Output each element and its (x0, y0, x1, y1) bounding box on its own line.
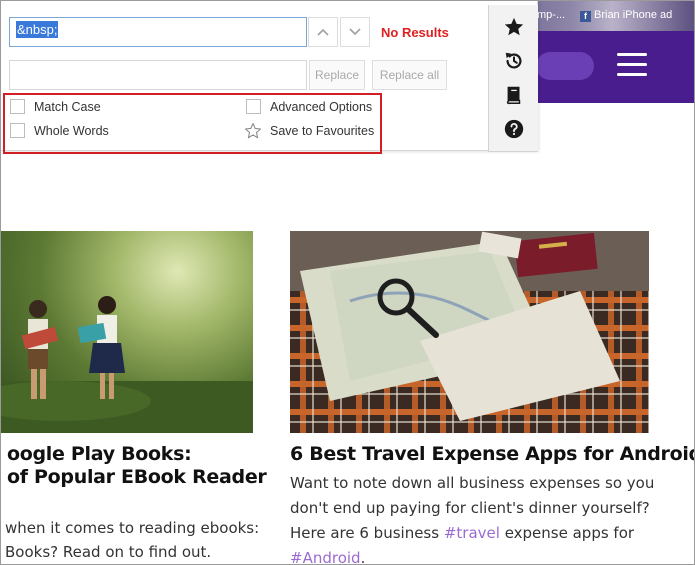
previous-match-button[interactable] (308, 17, 338, 47)
match-case-label: Match Case (34, 99, 101, 114)
excerpt-text: . (360, 549, 366, 565)
article-excerpt-right-line1: Want to note down all business expenses … (290, 474, 655, 492)
help-button[interactable] (502, 117, 526, 141)
find-input-value: &nbsp; (16, 21, 59, 38)
article-title-right[interactable]: 6 Best Travel Expense Apps for Android (290, 443, 694, 465)
children-reading-image (1, 296, 253, 433)
replace-input[interactable] (9, 60, 307, 90)
match-case-checkbox[interactable] (10, 99, 25, 114)
search-status: No Results (381, 25, 449, 40)
chevron-up-icon (317, 28, 329, 36)
bookmark-label: Brian iPhone ad (594, 9, 673, 21)
whole-words-checkbox[interactable] (10, 123, 25, 138)
next-match-button[interactable] (340, 17, 370, 47)
find-replace-panel: &nbsp; No Results Replace Replace all Ma… (1, 1, 538, 154)
favourites-button[interactable] (502, 15, 526, 39)
bookmark-item-facebook[interactable]: f Brian iPhone ad (580, 9, 672, 22)
travel-map-image (290, 231, 649, 433)
hashtag-android-link[interactable]: #Android (290, 549, 361, 564)
facebook-icon: f (580, 11, 591, 22)
article-excerpt-left-line1: when it comes to reading ebooks: (5, 519, 260, 537)
star-icon (504, 17, 524, 36)
history-icon (505, 52, 522, 69)
advanced-options-option[interactable]: Advanced Options (246, 99, 372, 114)
article-title-left-line1[interactable]: oogle Play Books: (7, 443, 192, 465)
history-button[interactable] (502, 49, 526, 73)
chevron-down-icon (349, 28, 361, 36)
site-search-box[interactable] (536, 52, 594, 80)
article-thumbnail-children-reading[interactable] (1, 231, 253, 433)
excerpt-text: Here are 6 business (290, 524, 444, 542)
save-to-favourites-option[interactable]: Save to Favourites (244, 122, 374, 140)
hamburger-menu-icon[interactable] (617, 53, 647, 77)
article-excerpt-right-line4: #Android. (290, 549, 366, 565)
save-to-favourites-label: Save to Favourites (270, 124, 375, 138)
advanced-options-label: Advanced Options (270, 99, 373, 114)
article-excerpt-right-line2: don't end up paying for client's dinner … (290, 499, 650, 517)
article-excerpt-right-line3: Here are 6 business #travel expense apps… (290, 524, 634, 542)
article-excerpt-left-line2: Books? Read on to find out. (5, 543, 212, 561)
replace-all-button-label: Replace all (379, 68, 440, 82)
replace-button-label: Replace (314, 68, 360, 82)
bookmark-item[interactable]: mp-... (537, 9, 565, 21)
star-outline-icon (244, 122, 262, 139)
find-input[interactable]: &nbsp; (9, 17, 307, 47)
match-case-option[interactable]: Match Case (10, 99, 101, 114)
library-button[interactable] (502, 83, 526, 107)
advanced-options-checkbox[interactable] (246, 99, 261, 114)
whole-words-label: Whole Words (34, 123, 109, 138)
article-title-left-line2[interactable]: of Popular EBook Reader (7, 466, 267, 488)
book-icon (506, 86, 521, 105)
article-thumbnail-travel[interactable] (290, 231, 649, 433)
excerpt-text: expense apps for (499, 524, 635, 542)
replace-all-button[interactable]: Replace all (372, 60, 447, 90)
hashtag-travel-link[interactable]: #travel (444, 524, 500, 542)
side-toolbar (488, 5, 538, 152)
whole-words-option[interactable]: Whole Words (10, 123, 109, 138)
help-icon (504, 119, 524, 139)
browser-viewport: mp-... f Brian iPhone ad &nbsp; No Result… (0, 0, 695, 565)
replace-button[interactable]: Replace (309, 60, 365, 90)
